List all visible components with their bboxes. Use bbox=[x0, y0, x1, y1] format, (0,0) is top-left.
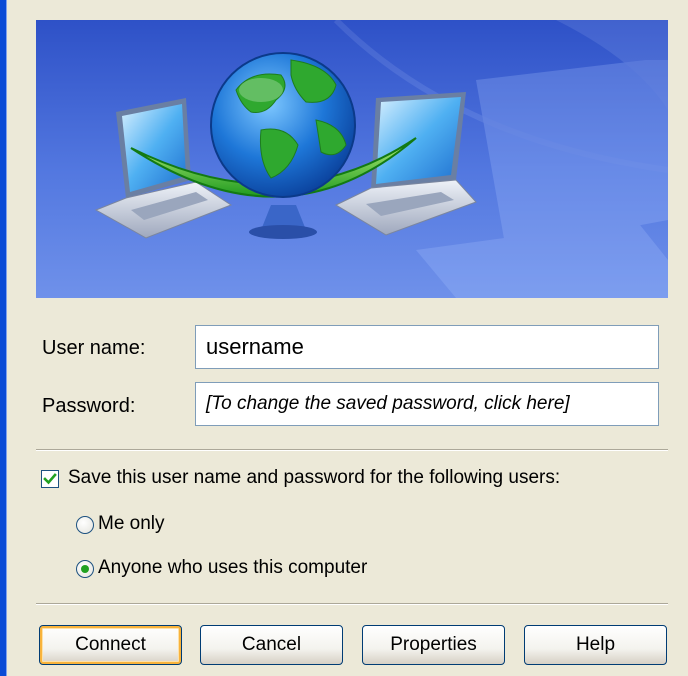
separator-bottom bbox=[36, 603, 668, 605]
radio-anyone[interactable] bbox=[76, 560, 94, 578]
checkmark-icon bbox=[43, 473, 57, 485]
separator-top bbox=[36, 449, 668, 451]
connect-button[interactable]: Connect bbox=[39, 625, 182, 665]
username-label: User name: bbox=[42, 337, 146, 359]
radio-me-only-label[interactable]: Me only bbox=[98, 513, 165, 535]
window-left-border bbox=[0, 0, 7, 676]
save-credentials-checkbox[interactable] bbox=[41, 470, 59, 488]
properties-button[interactable]: Properties bbox=[362, 625, 505, 665]
cancel-button[interactable]: Cancel bbox=[200, 625, 343, 665]
radio-me-only[interactable] bbox=[76, 516, 94, 534]
globe-laptops-icon bbox=[94, 20, 668, 298]
save-credentials-label[interactable]: Save this user name and password for the… bbox=[68, 467, 560, 489]
radio-anyone-label[interactable]: Anyone who uses this computer bbox=[98, 557, 367, 579]
network-banner-image bbox=[36, 20, 668, 298]
radio-dot-icon bbox=[81, 565, 89, 573]
username-field[interactable]: username bbox=[195, 325, 659, 369]
help-button[interactable]: Help bbox=[524, 625, 667, 665]
password-field[interactable]: [To change the saved password, click her… bbox=[195, 382, 659, 426]
password-label: Password: bbox=[42, 395, 136, 417]
